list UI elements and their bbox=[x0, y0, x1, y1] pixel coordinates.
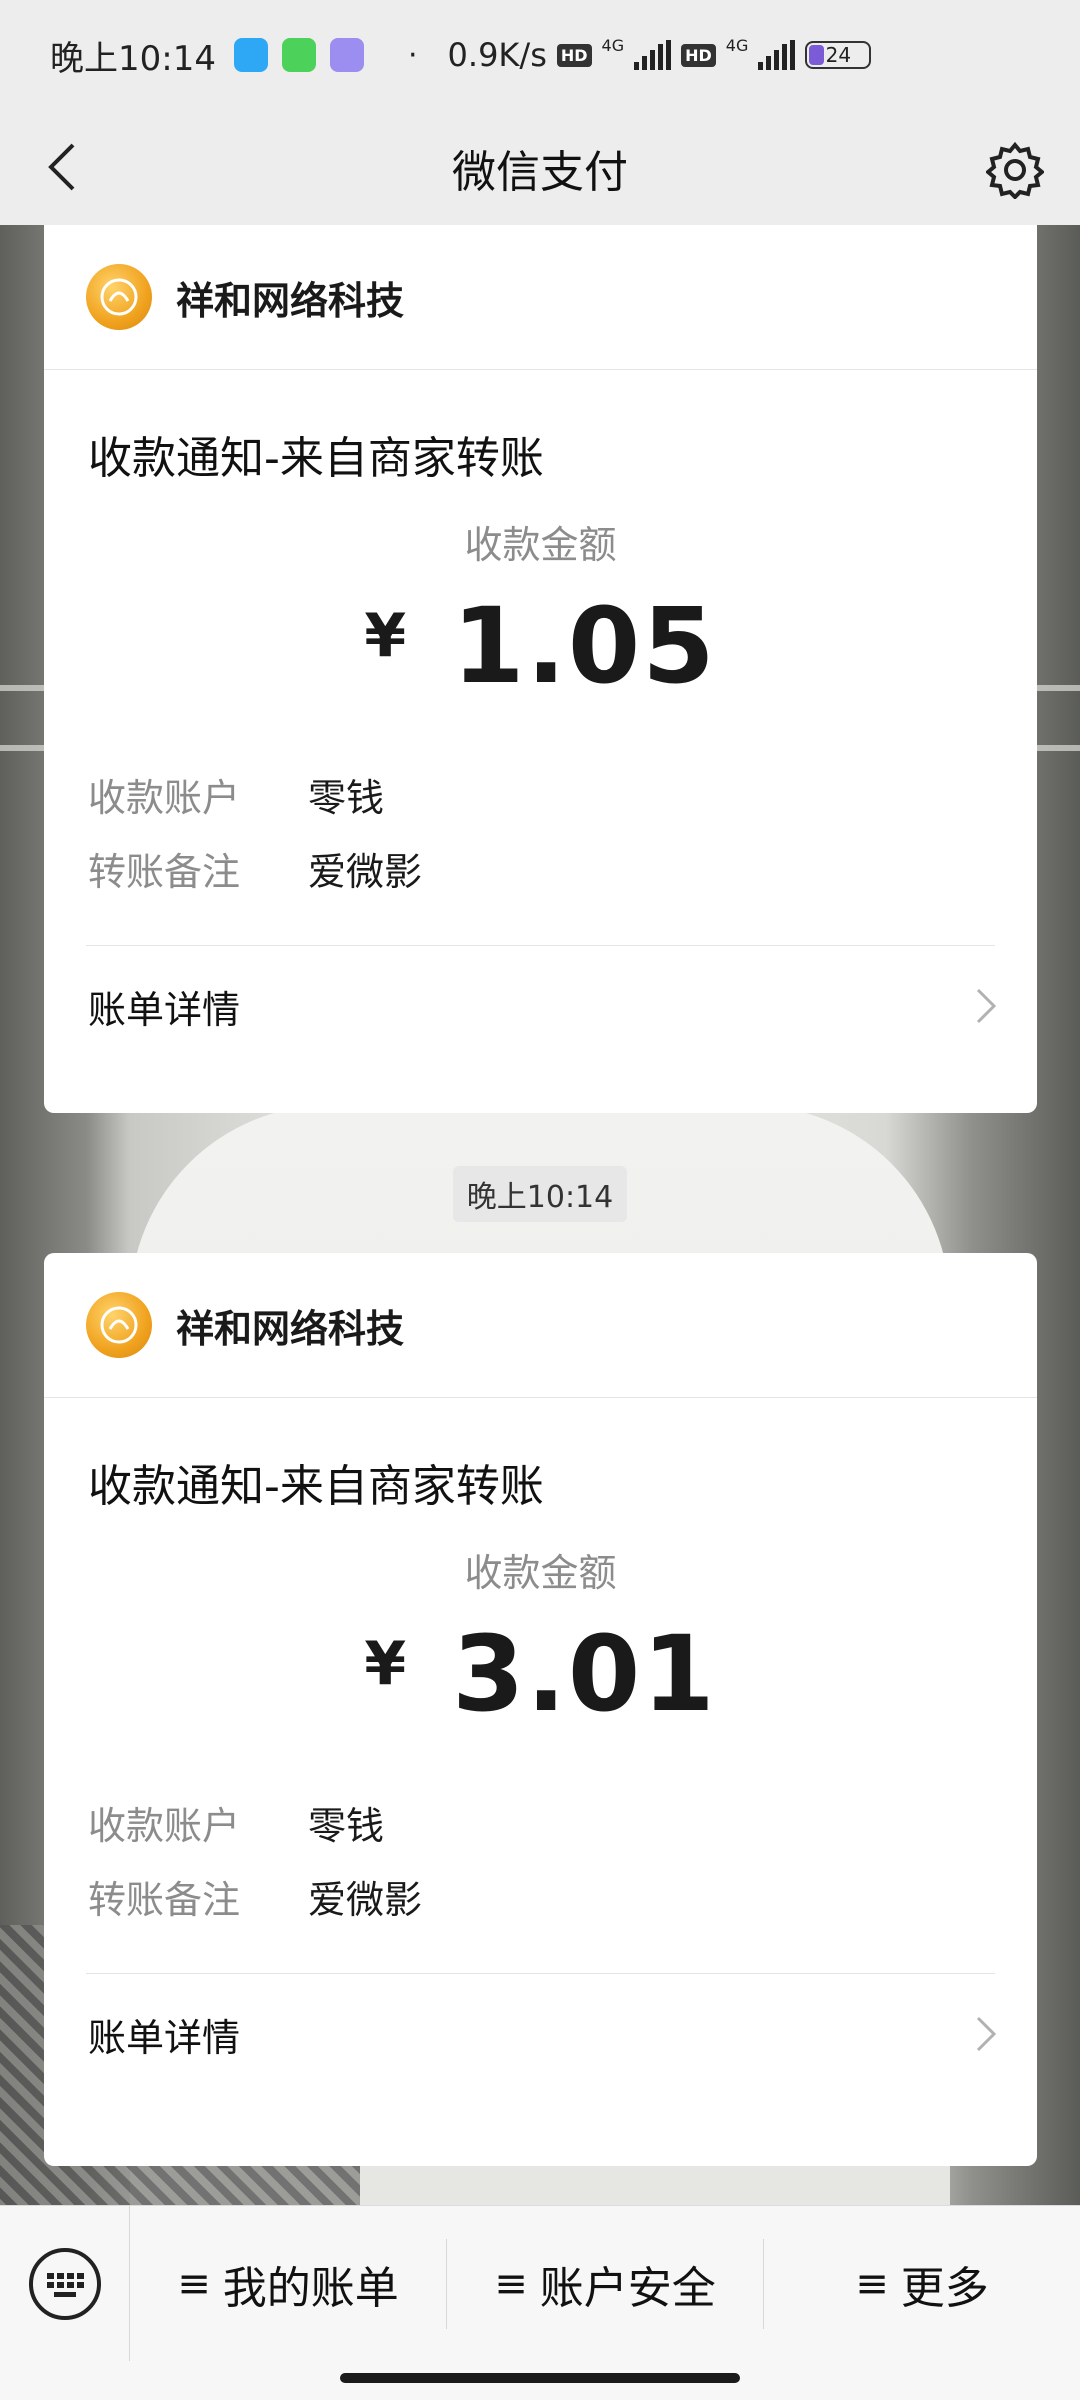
signal-icon bbox=[634, 40, 672, 70]
nav-bar: 微信支付 bbox=[0, 110, 1080, 225]
amount-display: ¥ 3.01 bbox=[44, 1613, 1037, 1735]
info-key: 收款账户 bbox=[88, 1803, 241, 1848]
merchant-logo-icon bbox=[86, 1292, 152, 1358]
info-value: 零钱 bbox=[308, 775, 385, 820]
payment-notice-card[interactable]: 祥和网络科技 收款通知-来自商家转账 收款金额 ¥ 3.01 收款账户 零钱 转… bbox=[44, 1253, 1037, 2166]
payment-notice-card[interactable]: 祥和网络科技 收款通知-来自商家转账 收款金额 ¥ 1.05 收款账户 零钱 转… bbox=[44, 225, 1037, 1113]
home-indicator[interactable] bbox=[340, 2373, 740, 2383]
amount-label: 收款金额 bbox=[464, 1551, 617, 1595]
bill-details-label: 账单详情 bbox=[88, 987, 241, 1032]
info-key: 转账备注 bbox=[88, 849, 241, 894]
bill-details-label: 账单详情 bbox=[88, 2015, 241, 2060]
menu-item-label: 账户安全 bbox=[539, 2262, 716, 2314]
amount-label: 收款金额 bbox=[464, 523, 617, 567]
currency-symbol: ¥ bbox=[364, 1629, 407, 1699]
keyboard-icon bbox=[28, 2247, 101, 2320]
download-icon bbox=[281, 38, 316, 72]
info-value: 零钱 bbox=[308, 1803, 385, 1848]
bill-details-link[interactable]: 账单详情 bbox=[44, 946, 1037, 1066]
bottom-menu-bar: ≡ 我的账单 ≡ 账户安全 ≡ 更多 bbox=[0, 2205, 1080, 2400]
back-arrow-icon bbox=[48, 143, 75, 191]
info-row-account: 收款账户 零钱 bbox=[88, 1785, 1037, 1859]
signal-icon-2 bbox=[758, 40, 796, 70]
net-type-label-2: 4G bbox=[725, 36, 749, 55]
currency-symbol: ¥ bbox=[364, 601, 407, 671]
chevron-right-icon bbox=[976, 2016, 997, 2052]
gear-icon bbox=[986, 141, 1044, 199]
status-bar: 晚上10:14 · 0.9K/s HD 4G HD 4G 24 bbox=[0, 0, 1080, 110]
notice-title: 收款通知-来自商家转账 bbox=[88, 433, 544, 484]
net-type-label: 4G bbox=[601, 36, 625, 55]
hd-badge: HD bbox=[556, 43, 592, 67]
status-time: 晚上10:14 bbox=[50, 38, 216, 79]
info-row-remark: 转账备注 爱微影 bbox=[88, 831, 1037, 905]
info-key: 转账备注 bbox=[88, 1877, 241, 1922]
amount-value: 3.01 bbox=[452, 1613, 717, 1735]
menu-lines-icon: ≡ bbox=[855, 2260, 889, 2307]
bill-details-link[interactable]: 账单详情 bbox=[44, 1974, 1037, 2094]
info-value: 爱微影 bbox=[308, 1877, 423, 1922]
menu-item-label: 更多 bbox=[900, 2262, 989, 2314]
status-separator: · bbox=[407, 37, 418, 73]
menu-lines-icon: ≡ bbox=[494, 2260, 528, 2307]
page-title: 微信支付 bbox=[452, 146, 628, 198]
merchant-name: 祥和网络科技 bbox=[176, 278, 405, 323]
info-row-account: 收款账户 零钱 bbox=[88, 757, 1037, 831]
menu-lines-icon: ≡ bbox=[177, 2260, 211, 2307]
app-store-icon bbox=[329, 38, 364, 72]
app-notification-icon bbox=[233, 38, 268, 72]
menu-my-bills[interactable]: ≡ 我的账单 bbox=[130, 2238, 447, 2329]
hd-badge-2: HD bbox=[681, 43, 716, 67]
battery-level: 24 bbox=[825, 43, 852, 67]
amount-display: ¥ 1.05 bbox=[44, 585, 1037, 707]
merchant-name: 祥和网络科技 bbox=[176, 1306, 405, 1351]
menu-account-security[interactable]: ≡ 账户安全 bbox=[447, 2238, 764, 2329]
info-row-remark: 转账备注 爱微影 bbox=[88, 1859, 1037, 1933]
info-key: 收款账户 bbox=[88, 775, 241, 820]
back-button[interactable] bbox=[30, 135, 94, 199]
keyboard-toggle-button[interactable] bbox=[0, 2206, 130, 2361]
settings-button[interactable] bbox=[980, 135, 1050, 205]
battery-icon: 24 bbox=[805, 41, 872, 69]
menu-item-label: 我的账单 bbox=[222, 2262, 399, 2314]
chevron-right-icon bbox=[976, 988, 997, 1024]
notice-title: 收款通知-来自商家转账 bbox=[88, 1461, 544, 1512]
amount-value: 1.05 bbox=[452, 585, 717, 707]
merchant-logo-icon bbox=[86, 264, 152, 330]
message-timestamp: 晚上10:14 bbox=[453, 1166, 627, 1222]
info-value: 爱微影 bbox=[308, 849, 423, 894]
network-speed: 0.9K/s bbox=[447, 36, 547, 74]
menu-more[interactable]: ≡ 更多 bbox=[764, 2239, 1080, 2329]
